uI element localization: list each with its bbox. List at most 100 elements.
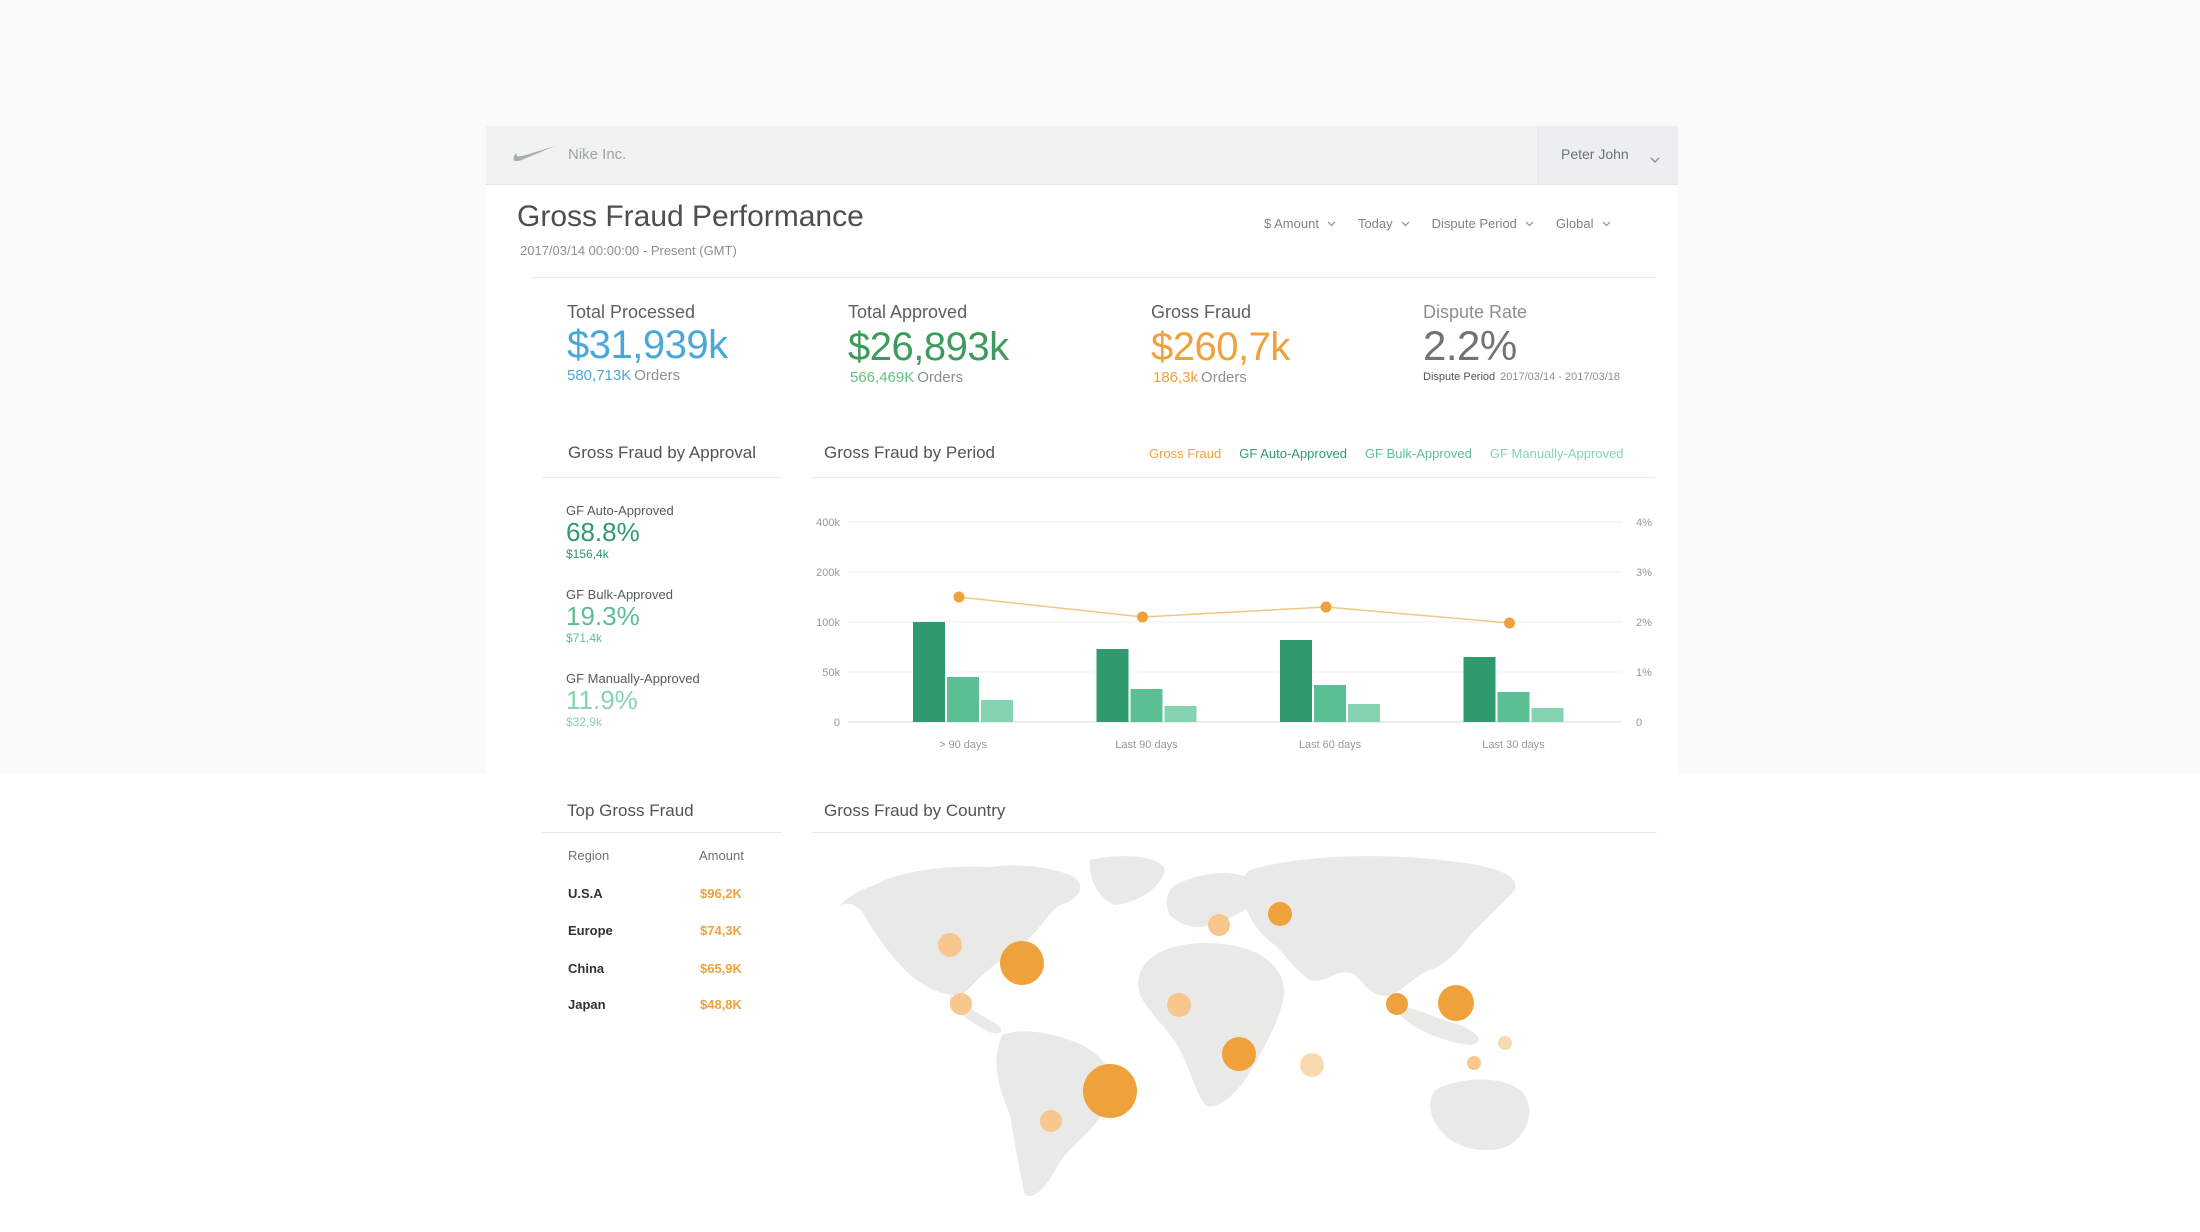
y-tick-label: 200k [816, 567, 840, 579]
y2-tick-label: 2% [1636, 617, 1652, 629]
top-bar: Nike Inc. Peter John [486, 126, 1678, 185]
gross-fraud-line [958, 596, 1510, 624]
top-fraud-title: Top Gross Fraud [567, 801, 694, 820]
bar [1497, 692, 1530, 722]
approval-amount: $71,4k [566, 630, 603, 645]
asia [1241, 856, 1516, 996]
kpi-period: 2017/03/14 - 2017/03/18 [1500, 371, 1621, 384]
bar [1314, 685, 1346, 722]
approval-amount: $156,4k [566, 546, 609, 561]
approval-label: GF Manually-Approved [566, 671, 700, 686]
approval-bulk: GF Bulk-Approved 19.3% $71,4k [566, 587, 673, 645]
kpi-unit: Orders [1201, 369, 1247, 386]
kpi-sub: 186,3k Orders [1151, 369, 1290, 386]
company-name: Nike Inc. [568, 146, 627, 163]
page-subtitle: 2017/03/14 00:00:00 - Present (GMT) [520, 243, 737, 258]
filter-today[interactable]: Today [1358, 216, 1410, 231]
kpi-value: 2.2% [1423, 322, 1517, 369]
filter-label: Global [1555, 216, 1594, 231]
y2-tick-label: 4% [1636, 517, 1652, 529]
kpi-dispute-rate: Dispute Rate 2.2% Dispute Period 2017/03/… [1423, 302, 1620, 383]
kpi-sub: 566,469K Orders [848, 369, 1009, 386]
divider [542, 477, 782, 478]
bubble-brazil[interactable] [1083, 1064, 1137, 1118]
bubble-eastern-europe[interactable] [1268, 902, 1292, 926]
approval-label: GF Auto-Approved [566, 503, 674, 518]
kpi-gross-fraud: Gross Fraud $260,7k 186,3k Orders [1151, 302, 1290, 386]
region-name: Japan [568, 997, 606, 1012]
bar [1531, 708, 1564, 722]
bubble-central-africa[interactable] [1222, 1037, 1256, 1071]
north-america [840, 865, 1081, 995]
kpi-label: Total Approved [848, 302, 968, 322]
kpi-total-approved: Total Approved $26,893k 566,469K Orders [848, 302, 1009, 386]
kpi-count: 186,3k [1153, 369, 1199, 386]
approval-manual: GF Manually-Approved 11.9% $32,9k [566, 671, 700, 729]
x-tick-label: > 90 days [939, 739, 988, 751]
bar [947, 677, 979, 722]
bubble-argentina[interactable] [1040, 1110, 1062, 1132]
kpi-period-label: Dispute Period [1423, 371, 1496, 384]
y2-tick-label: 1% [1636, 667, 1652, 679]
filter-global[interactable]: Global [1556, 216, 1611, 231]
legend-auto-approved[interactable]: GF Auto-Approved [1239, 446, 1347, 461]
kpi-value: $260,7k [1151, 325, 1290, 369]
legend-manually-approved[interactable]: GF Manually-Approved [1490, 446, 1624, 461]
filter-amount[interactable]: $ Amount [1264, 216, 1336, 231]
divider [812, 832, 1657, 833]
kpi-label: Dispute Rate [1423, 302, 1528, 322]
bubble-west-usa[interactable] [938, 933, 962, 957]
bar [1348, 704, 1380, 722]
approval-auto: GF Auto-Approved 68.8% $156,4k [566, 503, 674, 561]
kpi-label: Total Processed [567, 302, 696, 322]
bar [1164, 706, 1197, 722]
bubble-east-africa[interactable] [1300, 1053, 1324, 1077]
kpi-label: Gross Fraud [1151, 302, 1252, 322]
bar [1096, 649, 1129, 722]
column-header-region: Region [568, 848, 610, 863]
approval-pct: 68.8% [566, 517, 640, 547]
kpi-sub: Dispute Period 2017/03/14 - 2017/03/18 [1423, 371, 1620, 383]
bubble-philippines[interactable] [1498, 1036, 1512, 1050]
continents [840, 856, 1530, 1196]
period-bar-chart: 400k 4% 200k 3% 100k 2% 50k 1% 0 0 > 90 days Last 9… [816, 517, 1652, 751]
filter-label: Dispute Period [1431, 216, 1517, 231]
y2-tick-label: 0 [1636, 717, 1642, 729]
x-tick-label: Last 60 days [1299, 739, 1362, 751]
y-tick-label: 50k [822, 667, 840, 679]
greenland [1089, 856, 1165, 905]
user-name: Peter John [1561, 146, 1629, 162]
user-menu[interactable]: Peter John [1538, 126, 1678, 184]
filter-bar: $ Amount Today Dispute Period Global [1264, 216, 1633, 231]
line-point [953, 591, 965, 603]
bubble-east-usa[interactable] [1000, 941, 1044, 985]
column-header-amount: Amount [699, 848, 744, 863]
swoosh-logo-icon[interactable] [512, 144, 556, 167]
filter-dispute-period[interactable]: Dispute Period [1432, 216, 1534, 231]
bubble-indonesia[interactable] [1467, 1056, 1481, 1070]
region-amount: $65,9K [700, 961, 742, 976]
period-title: Gross Fraud by Period [824, 443, 996, 462]
bubble-west-africa[interactable] [1167, 993, 1191, 1017]
bubble-western-europe[interactable] [1208, 914, 1230, 936]
world-map[interactable] [820, 845, 1600, 1205]
country-title: Gross Fraud by Country [824, 801, 1006, 820]
bubble-india[interactable] [1386, 993, 1408, 1015]
bubble-china[interactable] [1438, 985, 1474, 1021]
australia [1430, 1079, 1530, 1151]
legend-bulk-approved[interactable]: GF Bulk-Approved [1365, 446, 1472, 461]
region-name: U.S.A [568, 886, 603, 901]
bar [1280, 640, 1312, 722]
region-name: China [568, 961, 605, 976]
y-tick-label: 400k [816, 517, 840, 529]
bubble-mexico[interactable] [950, 993, 972, 1015]
chart-legend: Gross Fraud GF Auto-Approved GF Bulk-App… [1149, 446, 1624, 461]
legend-gross-fraud[interactable]: Gross Fraud [1149, 446, 1221, 461]
line-point [1504, 617, 1515, 629]
page-title: Gross Fraud Performance [517, 200, 864, 233]
chevron-down-icon [1401, 221, 1410, 226]
x-tick-label: Last 90 days [1115, 739, 1178, 751]
approval-label: GF Bulk-Approved [566, 587, 673, 602]
bar [913, 622, 945, 722]
kpi-value: $26,893k [848, 325, 1009, 369]
